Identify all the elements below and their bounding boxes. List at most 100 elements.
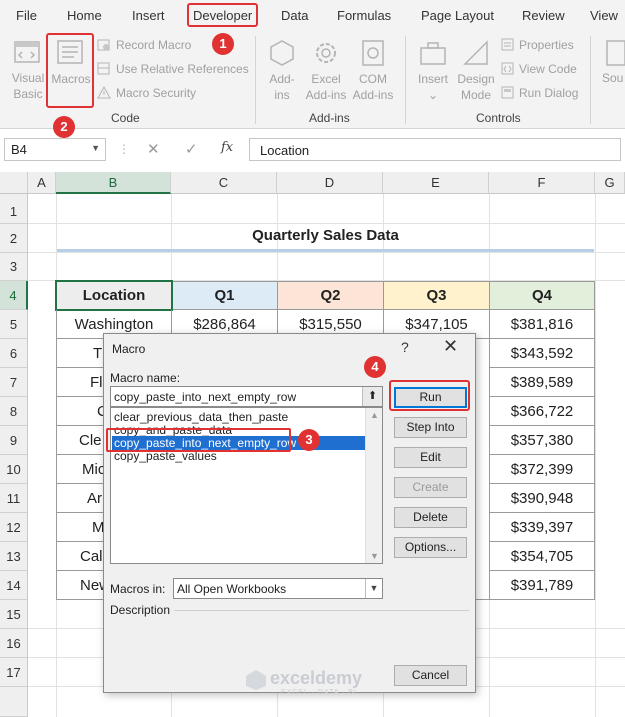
row-header-15[interactable]: 15 (0, 600, 28, 629)
insert-control-button[interactable]: Insert (413, 71, 453, 87)
edit-button[interactable]: Edit (394, 447, 467, 468)
cell-q4[interactable]: $389,589 (489, 368, 595, 397)
options-button[interactable]: Options... (394, 537, 467, 558)
run-dialog-button[interactable]: Run Dialog (519, 86, 578, 100)
dialog-title: Macro (112, 342, 146, 356)
column-header-b[interactable]: B (56, 172, 171, 194)
tab-page-layout[interactable]: Page Layout (421, 8, 494, 23)
view-code-button[interactable]: View Code (519, 62, 577, 76)
row-header-17[interactable]: 17 (0, 658, 28, 687)
record-macro-button[interactable]: Record Macro (116, 38, 191, 52)
formula-input[interactable]: Location (249, 138, 621, 161)
row-header-12[interactable]: 12 (0, 513, 28, 542)
tab-file[interactable]: File (16, 8, 37, 23)
header-q1[interactable]: Q1 (171, 281, 278, 310)
macros-in-select[interactable]: All Open Workbooks ▼ (173, 578, 383, 599)
macro-name-label: Macro name: (110, 371, 181, 385)
macro-security-button[interactable]: Macro Security (116, 86, 196, 100)
insert-function-icon[interactable]: fx (221, 140, 233, 155)
row-header-10[interactable]: 10 (0, 455, 28, 484)
selected-macro-highlight (106, 428, 291, 452)
ribbon-separator (405, 36, 406, 124)
cell-q4[interactable]: $381,816 (489, 310, 595, 339)
header-q3[interactable]: Q3 (383, 281, 490, 310)
tab-data[interactable]: Data (281, 8, 308, 23)
cancel-button[interactable]: Cancel (394, 665, 467, 686)
macro-name-input[interactable]: copy_paste_into_next_empty_row (110, 386, 383, 407)
help-icon[interactable]: ? (401, 339, 409, 355)
column-header-c[interactable]: C (171, 172, 277, 194)
cell-q4[interactable]: $354,705 (489, 542, 595, 571)
callout-3: 3 (298, 429, 320, 451)
row-header-16[interactable]: 16 (0, 629, 28, 658)
name-box-value: B4 (11, 142, 27, 157)
row-header-18[interactable] (0, 687, 28, 717)
visual-basic-button[interactable]: Visual Basic (6, 70, 50, 102)
tab-formulas[interactable]: Formulas (337, 8, 391, 23)
formula-bar: B4 ▼ ⋮ ✕ ✓ fx Location (0, 135, 625, 165)
chevron-down-icon[interactable]: ▼ (365, 579, 382, 598)
row-header-1[interactable]: 1 (0, 200, 28, 224)
cell-q4[interactable]: $357,380 (489, 426, 595, 455)
description-divider (174, 610, 469, 611)
com-addins-button[interactable]: COM Add-ins (350, 71, 396, 103)
row-header-14[interactable]: 14 (0, 571, 28, 600)
collapse-dialog-icon[interactable]: ⬆ (362, 387, 382, 406)
ribbon-separator (255, 36, 256, 124)
cell-q4[interactable]: $339,397 (489, 513, 595, 542)
row-header-7[interactable]: 7 (0, 368, 28, 397)
column-header-e[interactable]: E (383, 172, 489, 194)
create-button[interactable]: Create (394, 477, 467, 498)
list-item[interactable]: clear_previous_data_then_paste (114, 410, 288, 424)
ribbon-separator (590, 36, 591, 124)
tab-view[interactable]: View (590, 8, 618, 23)
step-into-button[interactable]: Step Into (394, 417, 467, 438)
chevron-down-icon: ▼ (91, 143, 100, 153)
cell-q4[interactable]: $390,948 (489, 484, 595, 513)
record-macro-icon (97, 39, 110, 51)
exceldemy-logo-icon (246, 670, 266, 690)
row-header-3[interactable]: 3 (0, 253, 28, 281)
row-header-13[interactable]: 13 (0, 542, 28, 571)
row-header-5[interactable]: 5 (0, 310, 28, 339)
macros-highlight (46, 33, 94, 108)
scroll-up-icon[interactable]: ▲ (370, 410, 379, 420)
com-addins-icon (362, 40, 384, 66)
source-button[interactable]: Sou (602, 71, 623, 85)
tab-insert[interactable]: Insert (132, 8, 165, 23)
header-q2[interactable]: Q2 (277, 281, 384, 310)
close-icon[interactable]: ✕ (443, 336, 458, 357)
addins-group-title: Add-ins (309, 111, 350, 125)
cancel-icon[interactable]: ✕ (147, 140, 160, 158)
select-all-corner[interactable] (0, 172, 28, 194)
code-group-title: Code (111, 111, 140, 125)
tab-home[interactable]: Home (67, 8, 102, 23)
design-mode-icon (463, 40, 488, 65)
cell-q4[interactable]: $391,789 (489, 571, 595, 600)
row-header-8[interactable]: 8 (0, 397, 28, 426)
cell-q4[interactable]: $366,722 (489, 397, 595, 426)
column-header-a[interactable]: A (28, 172, 56, 194)
row-header-4[interactable]: 4 (0, 281, 28, 310)
row-header-11[interactable]: 11 (0, 484, 28, 513)
list-scrollbar[interactable]: ▲ ▼ (365, 408, 382, 563)
column-header-g[interactable]: G (595, 172, 625, 194)
row-header-2[interactable]: 2 (0, 224, 28, 253)
addins-button[interactable]: Add-ins (262, 71, 302, 103)
header-q4[interactable]: Q4 (489, 281, 595, 310)
scroll-down-icon[interactable]: ▼ (370, 551, 379, 561)
properties-button[interactable]: Properties (519, 38, 574, 52)
tab-review[interactable]: Review (522, 8, 565, 23)
excel-addins-button[interactable]: Excel Add-ins (303, 71, 349, 103)
row-header-6[interactable]: 6 (0, 339, 28, 368)
cell-q4[interactable]: $372,399 (489, 455, 595, 484)
enter-icon[interactable]: ✓ (185, 140, 198, 158)
relative-references-button[interactable]: Use Relative References (116, 62, 249, 76)
column-header-f[interactable]: F (489, 172, 595, 194)
name-box[interactable]: B4 ▼ (4, 138, 106, 161)
design-mode-button[interactable]: Design Mode (455, 71, 497, 103)
row-header-9[interactable]: 9 (0, 426, 28, 455)
delete-button[interactable]: Delete (394, 507, 467, 528)
column-header-d[interactable]: D (277, 172, 383, 194)
cell-q4[interactable]: $343,592 (489, 339, 595, 368)
